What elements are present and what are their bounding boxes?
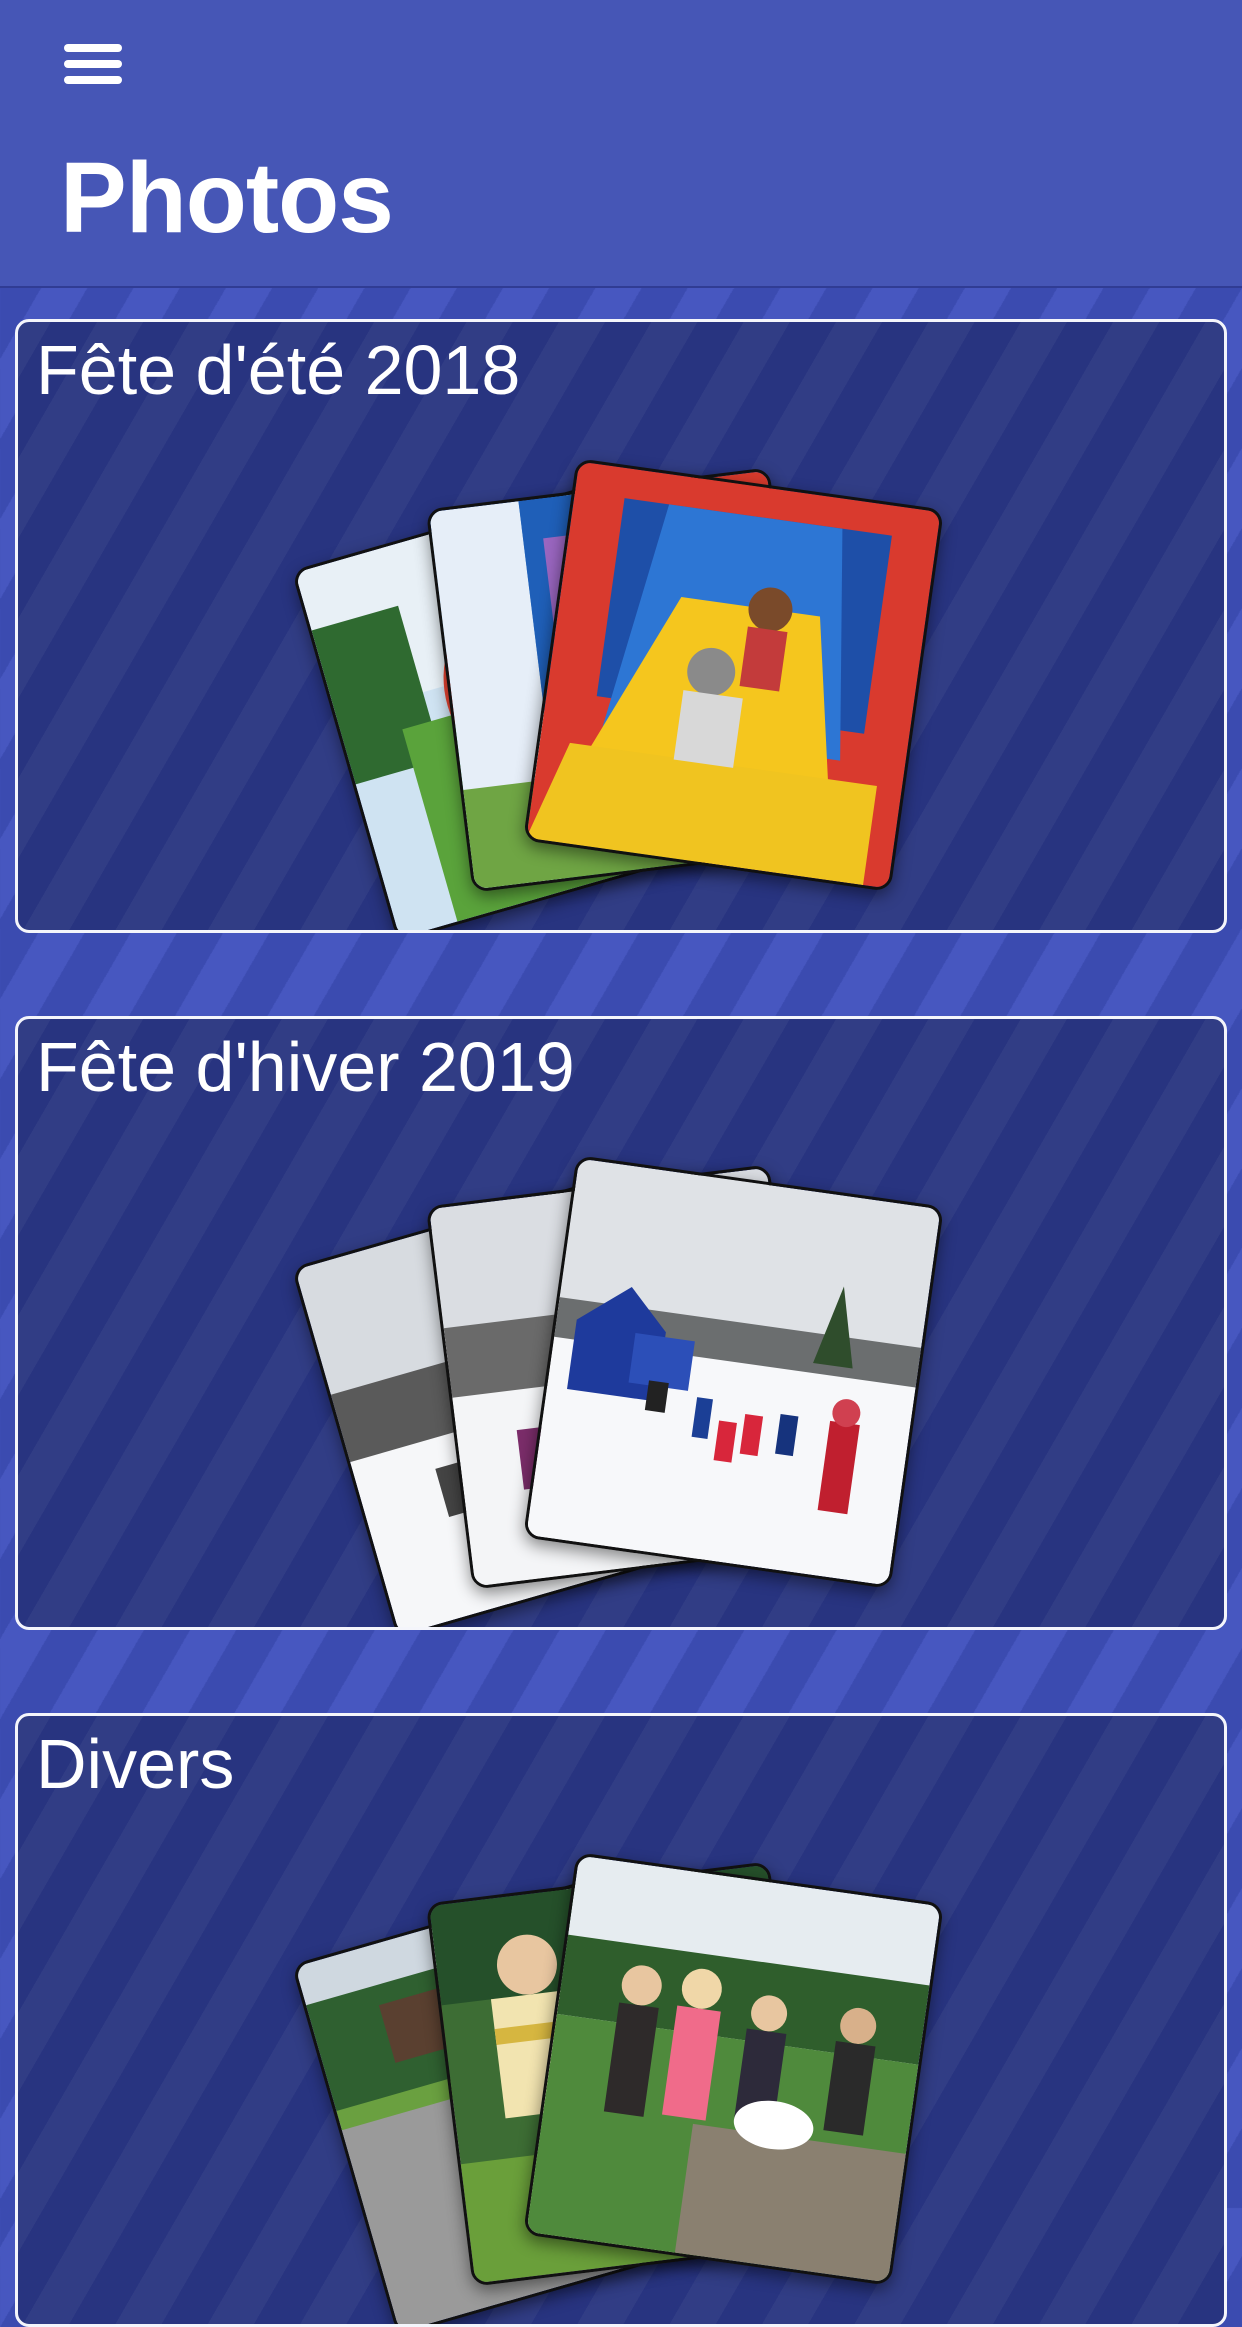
photo-stack: [291, 1144, 958, 1627]
album-photo: [522, 1852, 945, 2286]
photo-stack: [291, 1841, 958, 2324]
album-photo: [522, 1155, 945, 1589]
hamburger-menu-icon: [64, 60, 122, 68]
album-card-misc[interactable]: Divers: [15, 1713, 1227, 2327]
album-photo: [522, 458, 945, 892]
hamburger-menu-icon: [64, 76, 122, 84]
page-title: Photos: [60, 142, 394, 254]
album-card-winter[interactable]: Fête d'hiver 2019: [15, 1016, 1227, 1630]
album-title: Fête d'été 2018: [36, 331, 521, 409]
photo-stack: [291, 447, 958, 930]
app-header: Photos: [0, 0, 1242, 288]
album-title: Fête d'hiver 2019: [36, 1028, 575, 1106]
album-title: Divers: [36, 1725, 235, 1803]
menu-button[interactable]: [58, 36, 130, 92]
album-card-summer[interactable]: Fête d'été 2018: [15, 319, 1227, 933]
hamburger-menu-icon: [64, 44, 122, 52]
